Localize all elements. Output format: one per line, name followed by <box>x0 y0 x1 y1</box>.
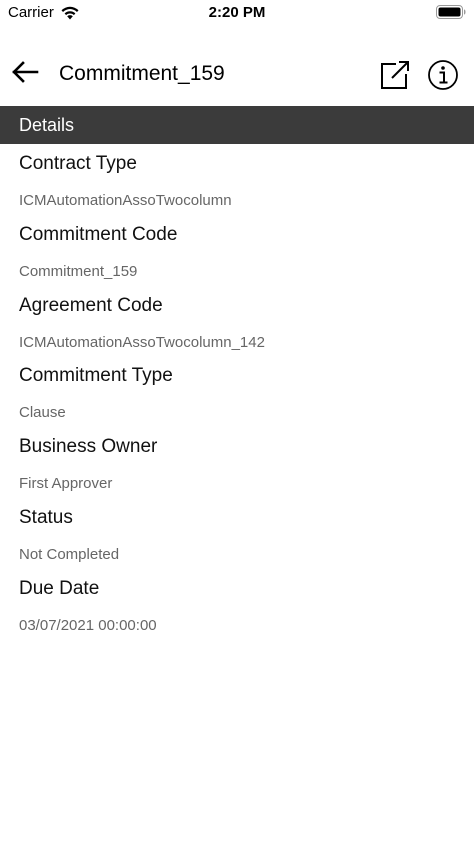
field-label: Contract Type <box>19 153 137 174</box>
field-value: First Approver <box>19 475 113 493</box>
field-label: Status <box>19 506 73 528</box>
field-commitment-type: Commitment Type Clause <box>0 356 474 427</box>
open-external-icon[interactable] <box>378 58 410 90</box>
section-title: Details <box>19 115 75 135</box>
field-status: Status Not Completed <box>0 498 474 569</box>
field-value: Not Completed <box>19 545 120 563</box>
status-time: 2:20 PM <box>208 4 266 21</box>
field-label: Commitment Code <box>19 223 178 245</box>
field-label: Commitment Type <box>19 365 173 387</box>
field-value: 03/07/2021 00:00:00 <box>19 616 157 634</box>
field-value: ICMAutomationAssoTwocolumn <box>19 192 232 209</box>
info-icon[interactable] <box>427 59 459 91</box>
field-agreement-code: Agreement Code ICMAutomationAssoTwocolum… <box>0 286 474 357</box>
page-title: Commitment_159 <box>59 62 225 85</box>
navigation-header: Commitment_159 <box>0 50 474 100</box>
arrow-left-icon[interactable] <box>10 58 40 86</box>
field-commitment-code: Commitment Code Commitment_159 <box>0 215 474 286</box>
field-value: Commitment_159 <box>19 262 138 280</box>
field-value: ICMAutomationAssoTwocolumn_142 <box>19 333 265 351</box>
field-due-date: Due Date 03/07/2021 00:00:00 <box>0 569 474 640</box>
battery-icon <box>436 5 466 19</box>
details-section-header: Details <box>0 106 474 144</box>
details-list: Contract Type ICMAutomationAssoTwocolumn… <box>0 144 474 640</box>
field-contract-type: Contract Type ICMAutomationAssoTwocolumn <box>0 144 474 215</box>
status-bar: Carrier 2:20 PM <box>0 0 474 28</box>
field-label: Business Owner <box>19 436 158 458</box>
field-business-owner: Business Owner First Approver <box>0 427 474 498</box>
field-label: Agreement Code <box>19 294 163 316</box>
field-label: Due Date <box>19 577 100 599</box>
field-value: Clause <box>19 404 66 422</box>
